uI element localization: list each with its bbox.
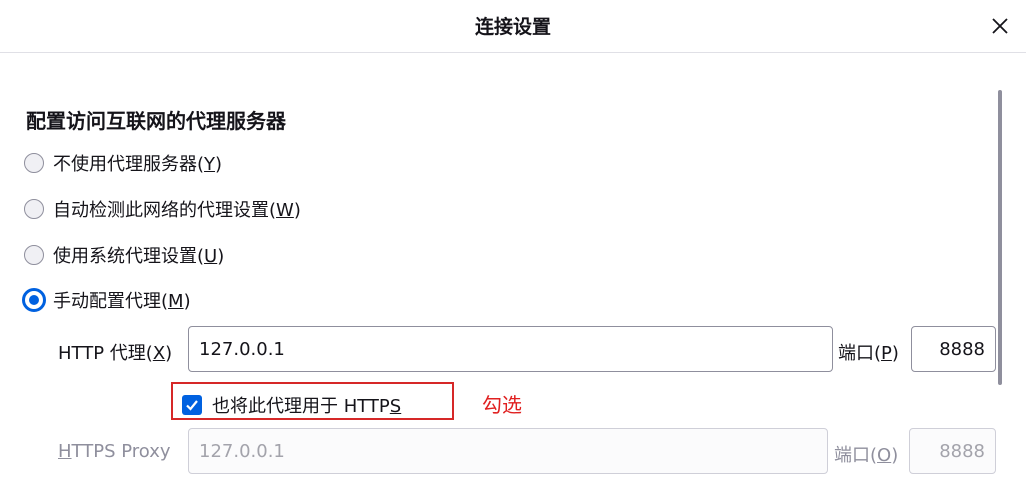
http-proxy-input[interactable]: 127.0.0.1 <box>188 326 833 372</box>
https-proxy-input[interactable]: 127.0.0.1 <box>188 428 828 474</box>
radio-no-proxy[interactable]: 不使用代理服务器(Y) <box>24 150 222 176</box>
radio-label: 不使用代理服务器(Y) <box>53 154 223 175</box>
https-port-input[interactable]: 8888 <box>909 428 996 474</box>
use-for-https-checkbox-row[interactable]: 也将此代理用于 HTTPS <box>182 392 401 418</box>
section-heading: 配置访问互联网的代理服务器 <box>26 109 286 133</box>
annotation-text: 勾选 <box>482 393 522 417</box>
radio-label: 手动配置代理(M) <box>53 291 191 312</box>
http-port-input[interactable]: 8888 <box>911 326 996 372</box>
radio-button[interactable] <box>24 245 44 265</box>
https-proxy-label: HTTPS Proxy <box>58 441 171 462</box>
radio-system-proxy[interactable]: 使用系统代理设置(U) <box>24 242 224 268</box>
close-button[interactable] <box>984 10 1016 42</box>
use-for-https-checkbox[interactable] <box>182 395 202 415</box>
dialog-titlebar: 连接设置 <box>0 0 1026 53</box>
radio-label: 自动检测此网络的代理设置(W) <box>53 200 301 221</box>
close-icon <box>992 18 1008 34</box>
use-for-https-label: 也将此代理用于 HTTPS <box>212 396 402 417</box>
https-port-label: 端口(O) <box>834 445 899 466</box>
radio-label: 使用系统代理设置(U) <box>53 246 225 267</box>
radio-button[interactable] <box>24 153 44 173</box>
checkmark-icon <box>186 400 198 411</box>
http-port-label: 端口(P) <box>838 343 899 364</box>
dialog-title: 连接设置 <box>474 16 551 38</box>
radio-auto-detect[interactable]: 自动检测此网络的代理设置(W) <box>24 196 301 222</box>
scrollbar-thumb[interactable] <box>998 90 1002 385</box>
http-proxy-label: HTTP 代理(X) <box>58 343 173 364</box>
radio-button-checked[interactable] <box>22 288 46 312</box>
radio-manual-proxy[interactable]: 手动配置代理(M) <box>22 287 191 313</box>
radio-button[interactable] <box>24 199 44 219</box>
